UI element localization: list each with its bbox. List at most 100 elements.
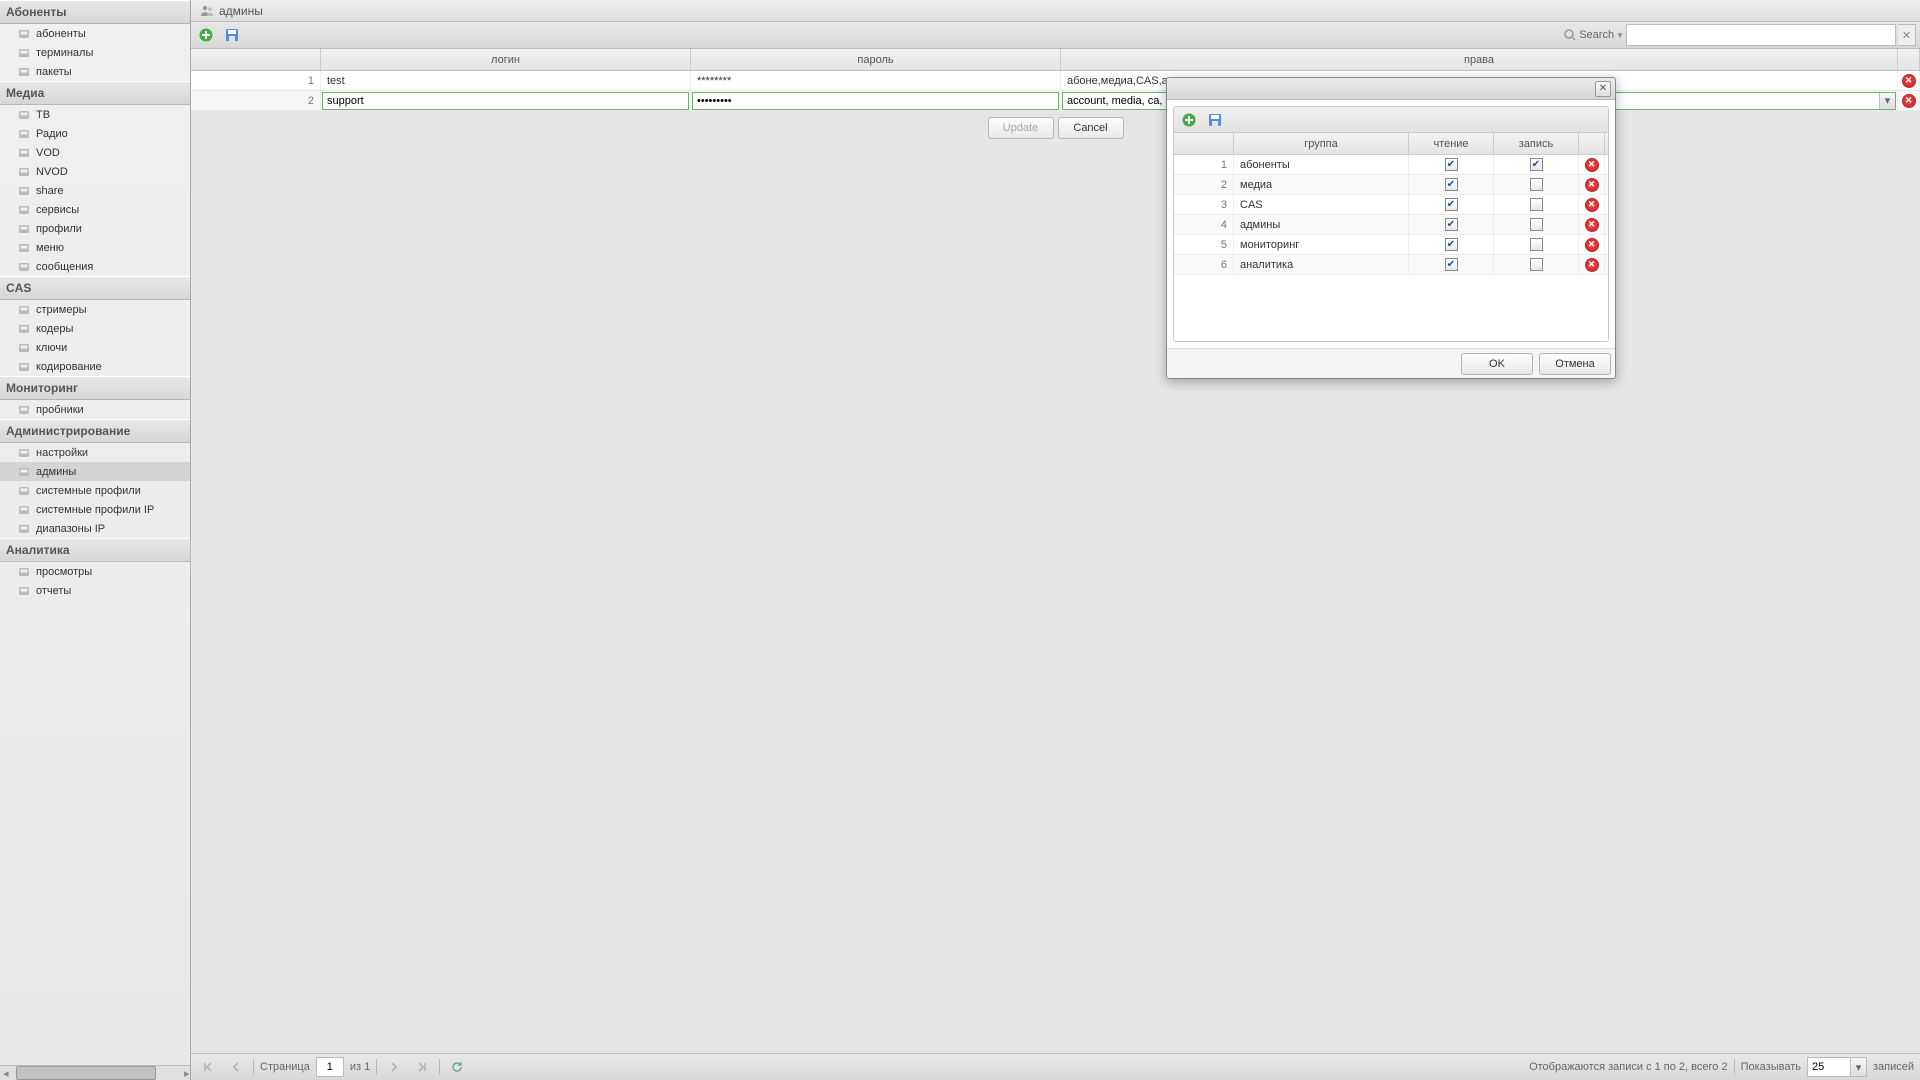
rights-row[interactable]: 1абоненты✔✔✕ (1174, 155, 1608, 175)
sidebar-item-sysprofip[interactable]: системные профили IP (0, 500, 190, 519)
popup-close-button[interactable]: ✕ (1595, 81, 1611, 97)
write-checkbox[interactable] (1530, 178, 1543, 191)
sidebar-item-stream[interactable]: стримеры (0, 300, 190, 319)
chevron-down-icon[interactable]: ▾ (1879, 93, 1895, 109)
sidebar-section-header[interactable]: Медиа (0, 81, 190, 105)
sidebar-item-profile[interactable]: профили (0, 219, 190, 238)
rights-cell-group[interactable]: абоненты (1234, 155, 1409, 174)
sidebar-item-probe[interactable]: пробники (0, 400, 190, 419)
rights-row[interactable]: 3CAS✔✕ (1174, 195, 1608, 215)
pcol-group[interactable]: группа (1234, 133, 1409, 154)
add-button[interactable] (195, 24, 217, 46)
sidebar-section-header[interactable]: Мониторинг (0, 376, 190, 400)
rights-row[interactable]: 4админы✔✕ (1174, 215, 1608, 235)
rights-row-delete-button[interactable]: ✕ (1585, 238, 1599, 252)
write-checkbox[interactable] (1530, 198, 1543, 211)
pcol-write[interactable]: запись (1494, 133, 1579, 154)
page-first-button[interactable] (197, 1056, 219, 1078)
rights-cell-group[interactable]: админы (1234, 215, 1409, 234)
sidebar-section-header[interactable]: CAS (0, 276, 190, 300)
rights-row-delete-button[interactable]: ✕ (1585, 258, 1599, 272)
page-size-select[interactable]: ▾ (1807, 1057, 1867, 1077)
rights-row-delete-button[interactable]: ✕ (1585, 218, 1599, 232)
write-checkbox[interactable] (1530, 258, 1543, 271)
page-last-button[interactable] (411, 1056, 433, 1078)
sidebar-section-header[interactable]: Абоненты (0, 0, 190, 24)
sidebar-item-menu[interactable]: меню (0, 238, 190, 257)
sidebar-item-coder[interactable]: кодеры (0, 319, 190, 338)
write-checkbox[interactable]: ✔ (1530, 158, 1543, 171)
chevron-down-icon[interactable]: ▾ (1850, 1058, 1866, 1076)
sidebar-item-reports[interactable]: отчеты (0, 581, 190, 600)
page-next-button[interactable] (383, 1056, 405, 1078)
read-checkbox[interactable]: ✔ (1445, 178, 1458, 191)
sidebar-hscrollbar[interactable]: ◂ ▸ (0, 1065, 190, 1080)
sidebar-item-radio[interactable]: Радио (0, 124, 190, 143)
rights-cell-group[interactable]: медиа (1234, 175, 1409, 194)
table-row[interactable]: 1test********абоне,медиа,CAS,админ,монит… (191, 71, 1920, 91)
cell-login[interactable]: test (321, 71, 691, 90)
login-input[interactable] (322, 92, 689, 110)
col-rights[interactable]: права (1061, 49, 1898, 70)
row-delete-button[interactable]: ✕ (1902, 74, 1916, 88)
table-row[interactable]: 2▾✕ (191, 91, 1920, 111)
cancel-edit-button[interactable]: Cancel (1058, 117, 1124, 139)
search-input[interactable] (1626, 24, 1896, 46)
update-button[interactable]: Update (988, 117, 1054, 139)
page-input[interactable] (316, 1057, 344, 1077)
read-checkbox[interactable]: ✔ (1445, 258, 1458, 271)
popup-cancel-button[interactable]: Отмена (1539, 353, 1611, 375)
sidebar-section-header[interactable]: Аналитика (0, 538, 190, 562)
rights-row[interactable]: 5мониторинг✔✕ (1174, 235, 1608, 255)
sidebar-hscroll-thumb[interactable] (16, 1066, 156, 1080)
write-checkbox[interactable] (1530, 218, 1543, 231)
rights-row-delete-button[interactable]: ✕ (1585, 158, 1599, 172)
sidebar-item-msg[interactable]: сообщения (0, 257, 190, 276)
sidebar-item-nvod[interactable]: NVOD (0, 162, 190, 181)
rights-cell-group[interactable]: CAS (1234, 195, 1409, 214)
col-number[interactable] (191, 49, 321, 70)
sidebar-item-encode[interactable]: кодирование (0, 357, 190, 376)
sidebar-item-user[interactable]: абоненты (0, 24, 190, 43)
sidebar-item-sysprof[interactable]: системные профили (0, 481, 190, 500)
read-checkbox[interactable]: ✔ (1445, 158, 1458, 171)
rights-row[interactable]: 6аналитика✔✕ (1174, 255, 1608, 275)
read-checkbox[interactable]: ✔ (1445, 238, 1458, 251)
rights-cell-group[interactable]: мониторинг (1234, 235, 1409, 254)
read-checkbox[interactable]: ✔ (1445, 218, 1458, 231)
popup-add-button[interactable] (1178, 109, 1200, 131)
sidebar-item-settings[interactable]: настройки (0, 443, 190, 462)
sidebar-item-admin[interactable]: админы (0, 462, 190, 481)
search-trigger[interactable]: Search ▼ (1563, 28, 1624, 42)
sidebar-item-key[interactable]: ключи (0, 338, 190, 357)
sidebar-item-terminal[interactable]: терминалы (0, 43, 190, 62)
sidebar-item-tv[interactable]: ТВ (0, 105, 190, 124)
cell-login[interactable] (321, 91, 691, 110)
save-button[interactable] (221, 24, 243, 46)
read-checkbox[interactable]: ✔ (1445, 198, 1458, 211)
refresh-button[interactable] (446, 1056, 468, 1078)
sidebar-item-views[interactable]: просмотры (0, 562, 190, 581)
sidebar-item-package[interactable]: пакеты (0, 62, 190, 81)
sidebar-item-services[interactable]: сервисы (0, 200, 190, 219)
pcol-num[interactable] (1174, 133, 1234, 154)
sidebar-item-vod[interactable]: VOD (0, 143, 190, 162)
sidebar-item-share[interactable]: share (0, 181, 190, 200)
page-prev-button[interactable] (225, 1056, 247, 1078)
rights-row-delete-button[interactable]: ✕ (1585, 198, 1599, 212)
write-checkbox[interactable] (1530, 238, 1543, 251)
popup-ok-button[interactable]: OK (1461, 353, 1533, 375)
row-delete-button[interactable]: ✕ (1902, 94, 1916, 108)
sidebar-section-header[interactable]: Администрирование (0, 419, 190, 443)
password-input[interactable] (692, 92, 1059, 110)
cell-password[interactable] (691, 91, 1061, 110)
rights-row-delete-button[interactable]: ✕ (1585, 178, 1599, 192)
col-login[interactable]: логин (321, 49, 691, 70)
rights-row[interactable]: 2медиа✔✕ (1174, 175, 1608, 195)
pcol-read[interactable]: чтение (1409, 133, 1494, 154)
popup-save-button[interactable] (1204, 109, 1226, 131)
popup-header[interactable]: ✕ (1167, 78, 1615, 100)
rights-cell-group[interactable]: аналитика (1234, 255, 1409, 274)
cell-password[interactable]: ******** (691, 71, 1061, 90)
sidebar-item-iprange[interactable]: диапазоны IP (0, 519, 190, 538)
